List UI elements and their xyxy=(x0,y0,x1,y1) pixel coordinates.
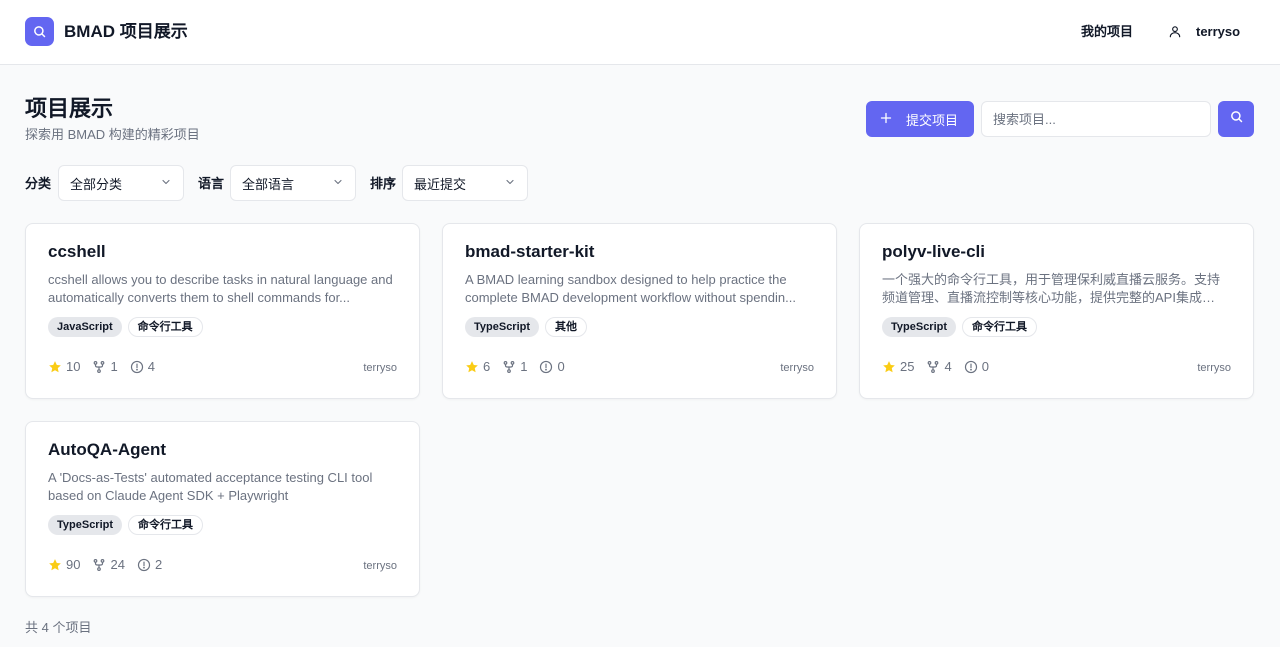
user-name-link[interactable]: terryso xyxy=(1196,23,1240,41)
language-select-value: 全部语言 xyxy=(242,176,295,192)
issue-icon xyxy=(964,360,977,373)
sort-select[interactable]: 最近提交 xyxy=(402,165,528,201)
category-tag: 命令行工具 xyxy=(962,317,1038,337)
issue-count: 0 xyxy=(539,359,565,374)
issue-count: 4 xyxy=(130,359,155,374)
fork-count: 24 xyxy=(92,557,125,572)
fork-icon xyxy=(503,360,515,373)
fork-count: 1 xyxy=(92,359,118,374)
star-icon xyxy=(466,360,478,372)
submit-project-label: 提交项目 xyxy=(906,112,959,128)
issue-icon xyxy=(540,360,553,373)
category-tag: 其他 xyxy=(545,317,588,337)
project-card[interactable]: ccshell ccshell allows you to describe t… xyxy=(25,223,420,399)
project-author[interactable]: terryso xyxy=(363,559,397,573)
category-tag: 命令行工具 xyxy=(128,515,204,535)
star-icon xyxy=(49,360,61,372)
issue-icon xyxy=(130,360,143,373)
logo-search-icon[interactable] xyxy=(25,17,54,46)
page-subtitle: 探索用 BMAD 构建的精彩项目 xyxy=(25,127,200,142)
fork-count: 1 xyxy=(502,359,527,374)
star-count: 25 xyxy=(882,359,914,374)
fork-icon xyxy=(94,558,105,571)
category-select-value: 全部分类 xyxy=(70,176,123,192)
chevron-down-icon xyxy=(332,176,344,191)
star-count: 10 xyxy=(48,359,80,374)
project-card[interactable]: bmad-starter-kit A BMAD learning sandbox… xyxy=(442,223,837,399)
project-description: A BMAD learning sandbox designed to help… xyxy=(465,272,796,305)
language-select[interactable]: 全部语言 xyxy=(230,165,356,201)
project-name[interactable]: bmad-starter-kit xyxy=(465,241,594,263)
language-tag: TypeScript xyxy=(48,515,123,535)
language-tag: TypeScript xyxy=(465,317,540,337)
total-project-count: 共 4 个项目 xyxy=(25,620,92,635)
sort-filter-label: 排序 xyxy=(370,176,397,191)
submit-project-button[interactable]: 提交项目 xyxy=(866,101,974,137)
category-tag: 命令行工具 xyxy=(127,317,203,337)
language-tag: TypeScript xyxy=(882,317,957,337)
fork-count: 4 xyxy=(926,359,952,374)
search-button[interactable] xyxy=(1218,101,1254,137)
project-author[interactable]: terryso xyxy=(363,361,397,375)
star-count: 90 xyxy=(48,557,80,572)
category-select[interactable]: 全部分类 xyxy=(58,165,184,201)
issue-icon xyxy=(137,558,151,571)
app-title[interactable]: BMAD 项目展示 xyxy=(64,21,188,43)
fork-icon xyxy=(928,360,939,373)
search-input[interactable] xyxy=(981,101,1211,137)
project-description: 一个强大的命令行工具，用于管理保利威直播云服务。支持频道管理、直播流控制等核心功… xyxy=(882,272,1221,305)
project-author[interactable]: terryso xyxy=(1197,361,1231,375)
project-description: ccshell allows you to describe tasks in … xyxy=(48,272,393,305)
project-description: A 'Docs-as-Tests' automated acceptance t… xyxy=(48,470,373,503)
chevron-down-icon xyxy=(160,176,172,191)
star-icon xyxy=(883,360,895,372)
user-icon[interactable] xyxy=(1168,24,1182,44)
chevron-down-icon xyxy=(504,176,516,191)
language-tag: JavaScript xyxy=(48,317,122,337)
category-filter-label: 分类 xyxy=(25,176,52,191)
language-filter-label: 语言 xyxy=(198,176,225,191)
project-card[interactable]: AutoQA-Agent A 'Docs-as-Tests' automated… xyxy=(25,421,420,597)
search-icon xyxy=(1229,109,1244,129)
fork-icon xyxy=(94,360,105,373)
project-card[interactable]: polyv-live-cli 一个强大的命令行工具，用于管理保利威直播云服务。支… xyxy=(859,223,1254,399)
project-name[interactable]: ccshell xyxy=(48,241,106,263)
star-count: 6 xyxy=(465,359,490,374)
nav-my-projects-link[interactable]: 我的项目 xyxy=(1081,23,1133,41)
project-author[interactable]: terryso xyxy=(780,361,814,375)
page-title: 项目展示 xyxy=(25,96,114,121)
project-name[interactable]: AutoQA-Agent xyxy=(48,439,166,461)
issue-count: 2 xyxy=(137,557,162,572)
sort-select-value: 最近提交 xyxy=(414,176,467,192)
top-header: BMAD 项目展示 我的项目 terryso xyxy=(0,0,1280,65)
star-icon xyxy=(49,558,61,570)
plus-icon xyxy=(880,112,892,127)
issue-count: 0 xyxy=(964,359,989,374)
project-name[interactable]: polyv-live-cli xyxy=(882,241,985,263)
